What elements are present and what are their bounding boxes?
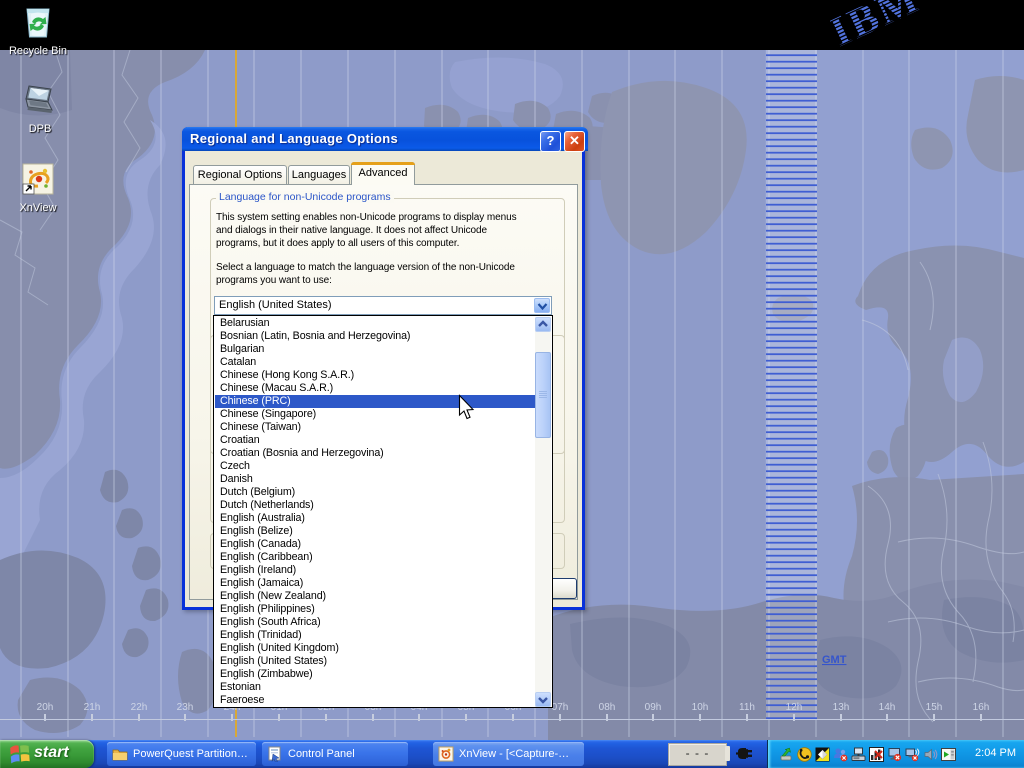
svg-text:GMT: GMT xyxy=(822,654,847,666)
svg-text:IBM: IBM xyxy=(830,0,928,50)
